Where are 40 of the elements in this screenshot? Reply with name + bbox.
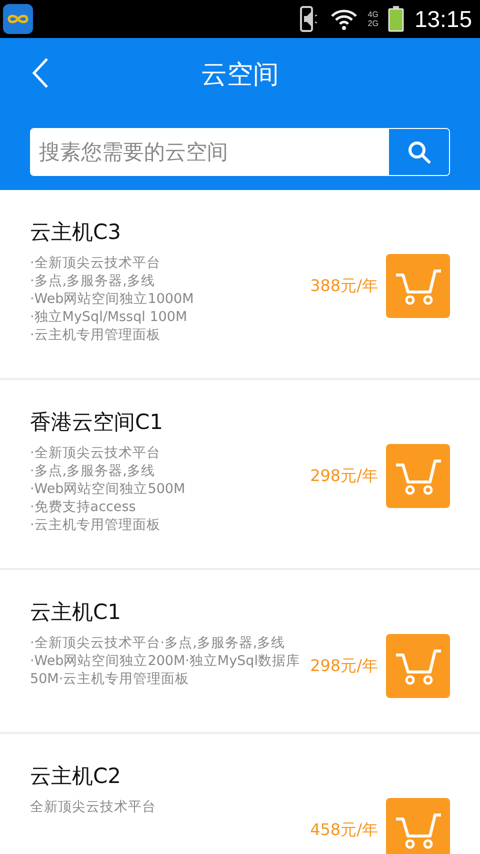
product-name: 香港云空间C1: [30, 409, 164, 436]
back-button[interactable]: [30, 56, 50, 90]
feature-text: ·Web网站空间独立1000M: [30, 290, 195, 308]
product-name: 云主机C2: [30, 763, 122, 790]
feature-text: ·独立MySql/Mssql 100M: [30, 308, 188, 326]
battery-icon: [388, 6, 404, 32]
feature-text: ·多点,多服务器,多线: [30, 272, 156, 290]
cart-button[interactable]: [386, 634, 450, 698]
product-card[interactable]: 香港云空间C1 ·全新顶尖云技术平台 ·多点,多服务器,多线 ·Web网站空间独立500M ·免费支持access ·云主机专用管理面板 298元/年: [0, 380, 480, 570]
feature-text: ·云主机专用管理面板: [30, 326, 162, 344]
network-label: 2G: [368, 19, 378, 28]
feature-text: ·全新顶尖云技术平台: [30, 444, 162, 462]
product-card[interactable]: 云主机C3 ·全新顶尖云技术平台 ·多点,多服务器,多线 ·Web网站空间独立1000M ·独立MySql/Mssql 100M ·云主机专用管理面板 388元/年: [0, 190, 480, 380]
wifi-icon: [330, 8, 358, 30]
cart-button[interactable]: [386, 798, 450, 854]
feature-text: ·全新顶尖云技术平台: [30, 254, 162, 272]
page-title: 云空间: [201, 58, 279, 92]
product-name: 云主机C1: [30, 599, 122, 626]
app-icon[interactable]: [3, 4, 33, 34]
cart-button[interactable]: [386, 444, 450, 508]
feature-text: 全新顶尖云技术平台: [30, 798, 157, 816]
product-price: 298元/年: [310, 466, 378, 487]
network-label: 4G: [368, 10, 378, 19]
product-name: 云主机C3: [30, 219, 122, 246]
search-field[interactable]: 搜素您需要的云空间: [30, 128, 450, 176]
back-icon: [31, 57, 49, 89]
feature-text: ·全新顶尖云技术平台·多点,多服务器,多线·Web网站空间独立200M·独立MySql数据库50M·云主机专用管理面板: [30, 634, 301, 688]
product-card[interactable]: 云主机C2 全新顶尖云技术平台 458元/年: [0, 734, 480, 854]
product-price: 458元/年: [310, 820, 378, 841]
product-card[interactable]: 云主机C1 ·全新顶尖云技术平台·多点,多服务器,多线·Web网站空间独立200M·独立MySql数据库50M·云主机专用管理面板 298元/年: [0, 570, 480, 734]
cart-button[interactable]: [386, 254, 450, 318]
feature-text: ·免费支持access: [30, 498, 137, 516]
feature-text: ·云主机专用管理面板: [30, 516, 162, 534]
clock-time: 13:15: [414, 6, 472, 32]
feature-text: ·多点,多服务器,多线: [30, 462, 156, 480]
feature-text: ·Web网站空间独立500M: [30, 480, 186, 498]
phone-mute-icon: [300, 6, 320, 32]
product-price: 298元/年: [310, 656, 378, 677]
product-price: 388元/年: [310, 276, 378, 297]
search-icon: [407, 140, 431, 164]
